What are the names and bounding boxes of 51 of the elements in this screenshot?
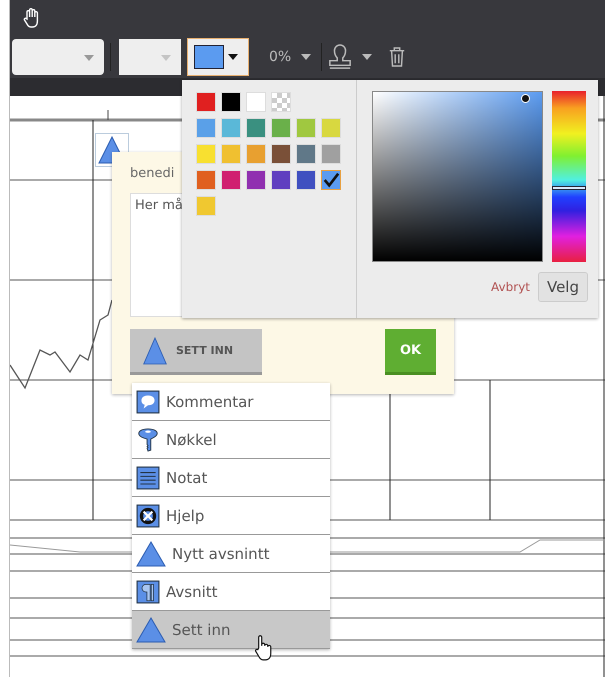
hue-thumb[interactable] (552, 186, 586, 190)
caret-icon[interactable] (362, 54, 372, 60)
color-swatch[interactable] (196, 170, 216, 190)
color-swatch[interactable] (246, 118, 266, 138)
color-swatch[interactable] (271, 118, 291, 138)
color-swatch[interactable] (271, 144, 291, 164)
menu-item[interactable]: Kommentar (132, 383, 330, 421)
triangle-icon (136, 540, 166, 566)
color-swatch[interactable] (271, 170, 291, 190)
color-swatch[interactable] (221, 118, 241, 138)
color-swatch[interactable] (221, 144, 241, 164)
cancel-link[interactable]: Avbryt (491, 280, 530, 294)
color-swatch[interactable] (296, 144, 316, 164)
comment-author: benedi (130, 166, 174, 181)
caret-icon[interactable] (301, 54, 312, 60)
color-swatch[interactable] (321, 144, 341, 164)
menu-item[interactable]: Nytt avsnintt (132, 535, 330, 573)
menu-item[interactable]: Nøkkel (132, 421, 330, 459)
menu-item[interactable]: Notat (132, 459, 330, 497)
color-swatch[interactable] (321, 118, 341, 138)
lines-icon (136, 466, 160, 490)
color-swatch[interactable] (321, 170, 341, 190)
hue-slider[interactable] (552, 91, 586, 262)
color-button[interactable] (187, 38, 249, 76)
key-icon (136, 428, 160, 452)
choose-button[interactable]: Velg (538, 272, 588, 302)
triangle-icon (136, 616, 166, 642)
color-swatch[interactable] (246, 144, 266, 164)
color-swatch[interactable] (296, 118, 316, 138)
trash-icon[interactable] (388, 46, 406, 68)
color-swatch[interactable] (196, 92, 216, 112)
color-swatch[interactable] (271, 92, 291, 112)
triangle-icon (142, 336, 168, 366)
color-swatch[interactable] (196, 144, 216, 164)
color-swatch[interactable] (296, 170, 316, 190)
menu-item[interactable]: Sett inn (132, 611, 330, 649)
color-swatch[interactable] (221, 170, 241, 190)
pointer-hand-icon (252, 634, 274, 662)
opacity-value[interactable]: 0% (269, 49, 292, 65)
color-swatch[interactable] (246, 170, 266, 190)
pilcrow-icon (136, 580, 160, 604)
menu-item[interactable]: Hjelp (132, 497, 330, 535)
stamp-icon[interactable] (328, 43, 352, 71)
color-swatch[interactable] (221, 92, 241, 112)
color-swatch[interactable] (246, 92, 266, 112)
insert-button[interactable]: SETT INN (130, 329, 262, 375)
color-swatch[interactable] (196, 118, 216, 138)
color-swatch[interactable] (196, 196, 216, 216)
saturation-field[interactable] (372, 91, 543, 262)
lifebuoy-icon (136, 504, 160, 528)
speech-bubble-icon (136, 390, 160, 414)
